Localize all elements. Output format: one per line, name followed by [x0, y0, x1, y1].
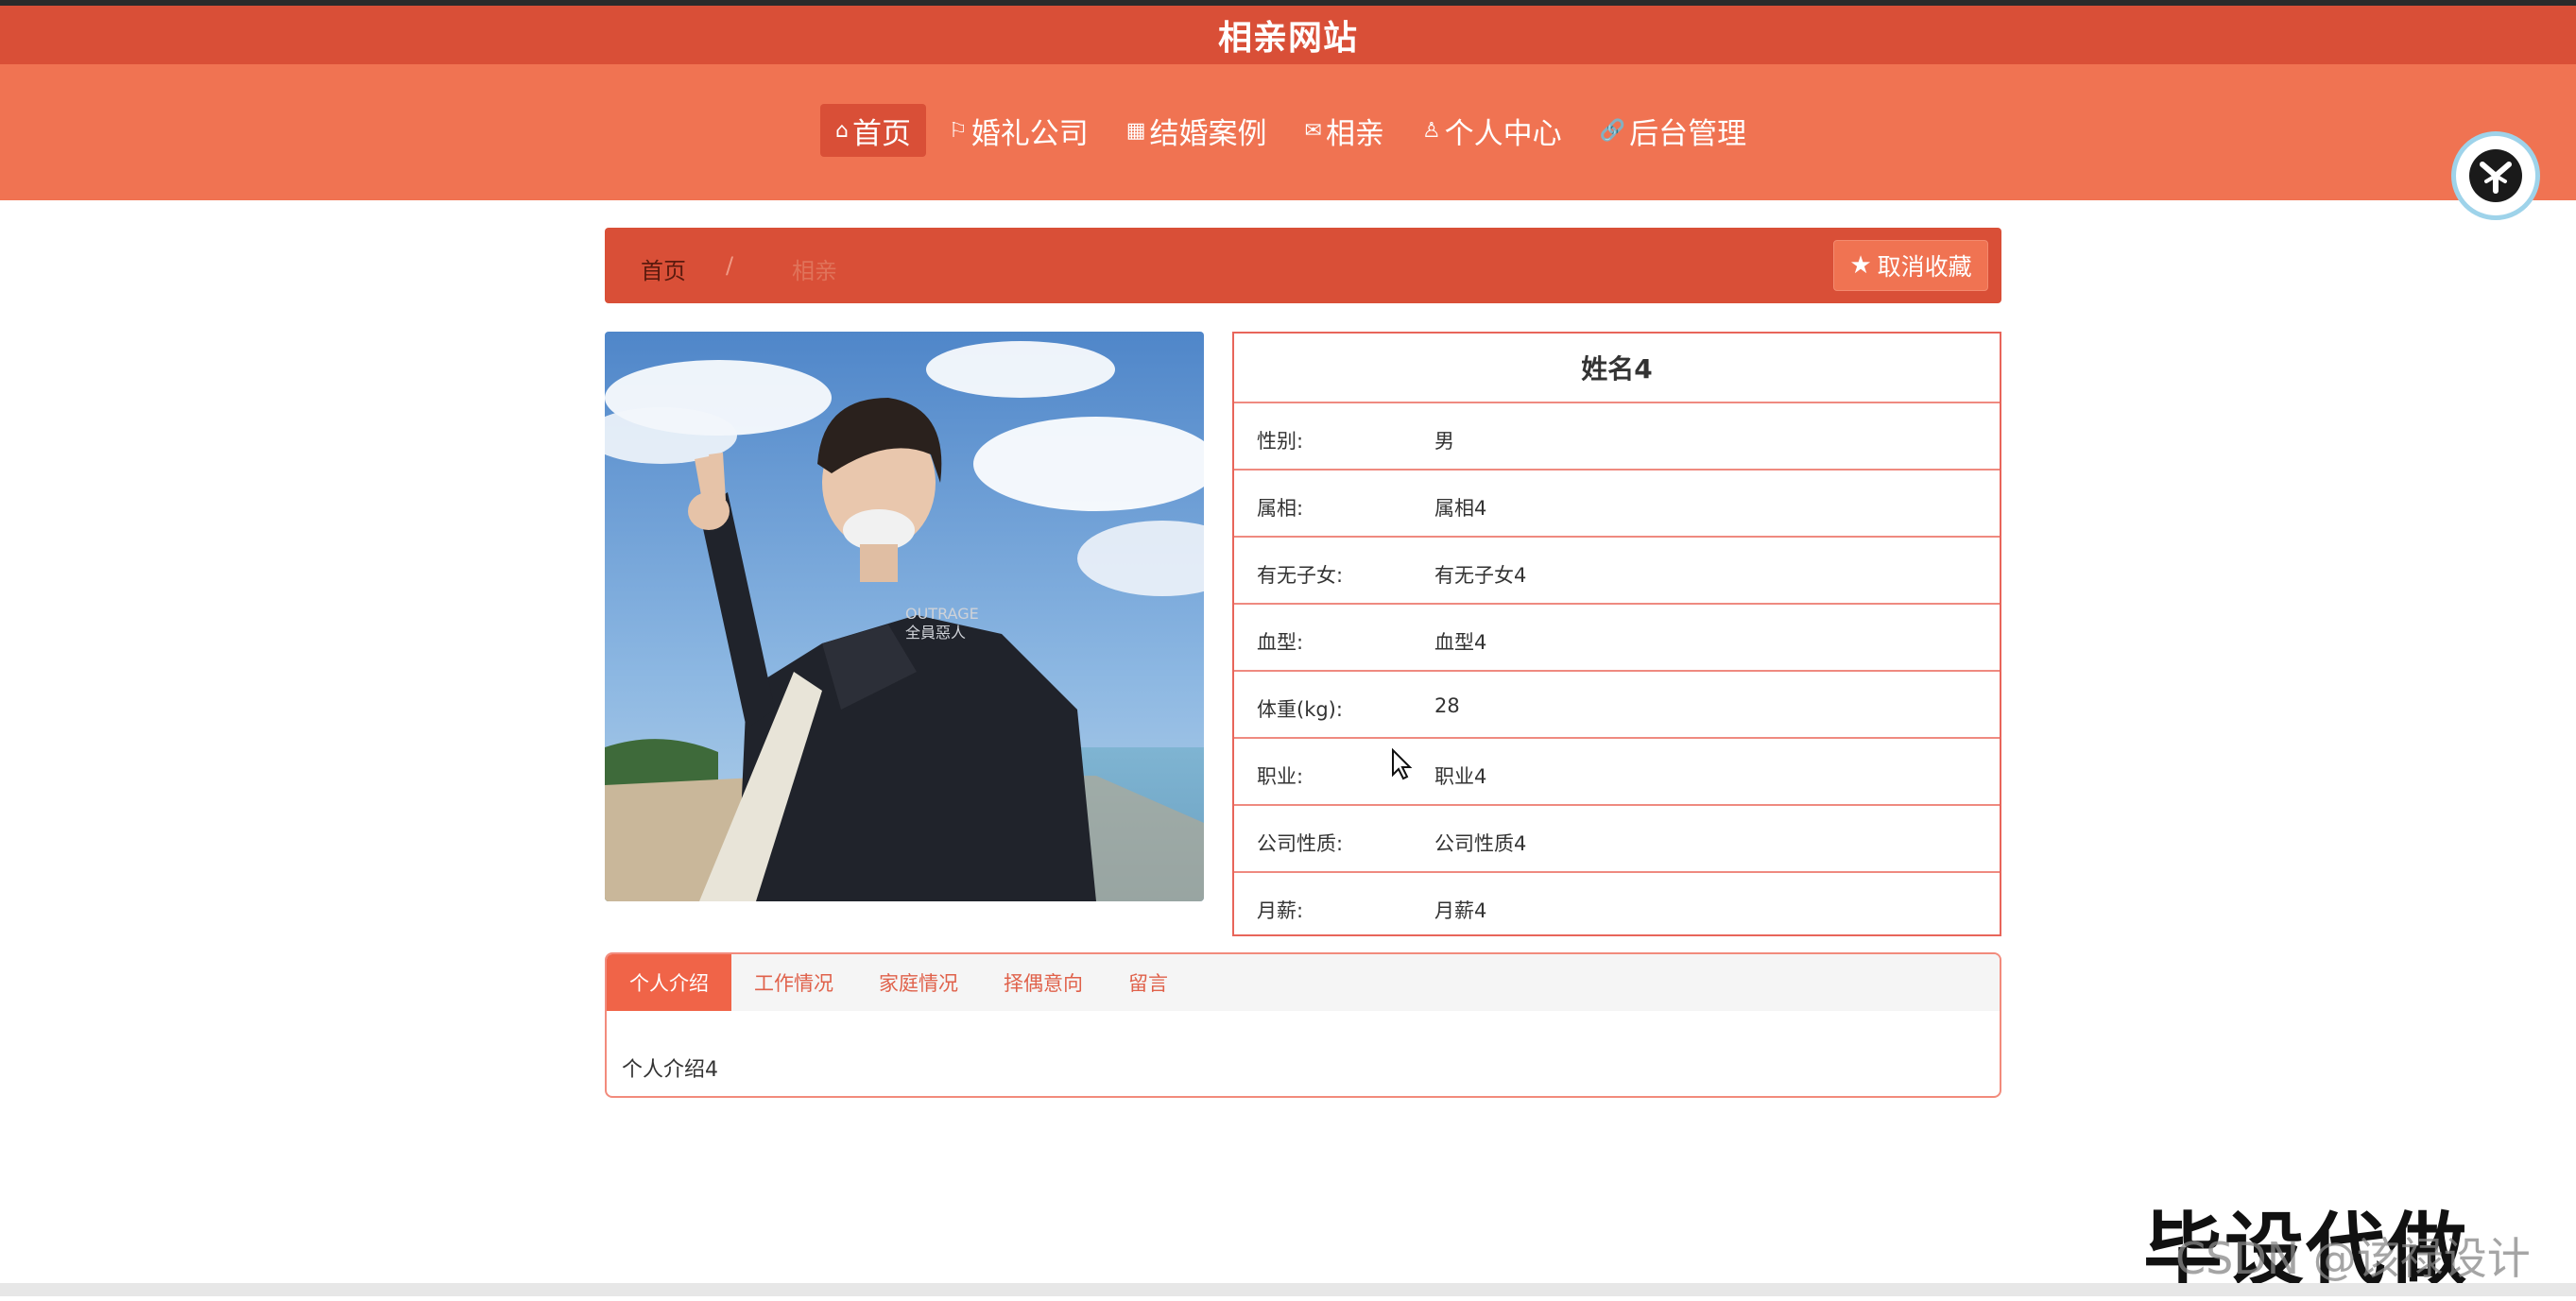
star-icon: ★	[1849, 251, 1872, 280]
nav-label: 结婚案例	[1149, 116, 1267, 151]
nav-label: 婚礼公司	[970, 116, 1089, 151]
unfavorite-button[interactable]: ★ 取消收藏	[1833, 240, 1988, 291]
info-value: 公司性质4	[1434, 832, 1527, 855]
bottom-edge	[0, 1283, 2576, 1296]
gift-icon: ▦	[1125, 118, 1146, 143]
info-label: 性别:	[1257, 430, 1304, 453]
info-row-children: 有无子女: 有无子女4	[1234, 539, 2000, 605]
nav-item-user-center[interactable]: ♙ 个人中心	[1407, 104, 1577, 157]
info-row-salary: 月薪: 月薪4	[1234, 875, 2000, 940]
info-label: 职业:	[1257, 765, 1304, 788]
nav-label: 个人中心	[1444, 116, 1562, 151]
site-title: 相亲网站	[1217, 19, 1358, 58]
info-value: 28	[1434, 694, 1460, 717]
nav-label: 首页	[851, 116, 911, 151]
main-navbar: ⌂ 首页 ⚐ 婚礼公司 ▦ 结婚案例 ✉ 相亲 ♙ 个人中心 🔗 后台管理	[0, 64, 2576, 220]
info-label: 月薪:	[1257, 899, 1304, 922]
profile-info-table: 姓名4 性别: 男 属相: 属相4 有无子女: 有无子女4 血型: 血型4 体重…	[1232, 332, 2001, 936]
info-value: 血型4	[1434, 631, 1487, 654]
profile-photo: OUTRAGE 全員惡人	[605, 332, 1204, 901]
breadcrumb-home[interactable]: 首页	[641, 252, 686, 285]
profile-name: 姓名4	[1234, 334, 2000, 403]
link-icon: 🔗	[1599, 118, 1626, 143]
unfavorite-label: 取消收藏	[1877, 253, 1972, 281]
logo-icon	[2469, 149, 2522, 202]
jacket-text: 全員惡人	[905, 624, 966, 642]
watermark-csdn: CSDN @该禄设计	[2175, 1233, 2531, 1284]
nav-item-home[interactable]: ⌂ 首页	[820, 104, 926, 157]
info-row-blood-type: 血型: 血型4	[1234, 607, 2000, 672]
info-value: 职业4	[1434, 765, 1487, 788]
breadcrumb-current: 相亲	[792, 258, 837, 284]
nav-item-wedding-cases[interactable]: ▦ 结婚案例	[1111, 104, 1282, 157]
info-row-weight: 体重(kg): 28	[1234, 674, 2000, 739]
tab-partner-preference[interactable]: 择偶意向	[981, 954, 1106, 1011]
mouse-cursor-icon	[1391, 747, 1416, 784]
info-row-zodiac: 属相: 属相4	[1234, 472, 2000, 538]
flag-icon: ⚐	[948, 118, 968, 143]
site-title-bar: 相亲网站	[0, 6, 2576, 64]
nav-label: 后台管理	[1629, 116, 1747, 151]
breadcrumb-bar: 首页 / 相亲 ★ 取消收藏	[605, 228, 2001, 303]
mail-icon: ✉	[1304, 118, 1322, 143]
detail-tabs: 个人介绍 工作情况 家庭情况 择偶意向 留言 个人介绍4	[605, 952, 2001, 1098]
tab-message[interactable]: 留言	[1106, 954, 1191, 1011]
info-label: 血型:	[1257, 631, 1304, 654]
profile-photo-image: OUTRAGE 全員惡人	[605, 332, 1204, 901]
tab-header: 个人介绍 工作情况 家庭情况 择偶意向 留言	[607, 954, 2000, 1011]
tab-intro[interactable]: 个人介绍	[607, 954, 731, 1011]
info-value: 属相4	[1434, 497, 1487, 520]
user-icon: ♙	[1421, 118, 1441, 143]
tab-family[interactable]: 家庭情况	[856, 954, 981, 1011]
info-label: 体重(kg):	[1257, 698, 1343, 721]
tab-content: 个人介绍4	[622, 1058, 718, 1082]
info-value: 男	[1434, 430, 1454, 453]
info-value: 有无子女4	[1434, 564, 1527, 587]
user-avatar[interactable]	[2451, 131, 2540, 220]
breadcrumb-separator: /	[726, 252, 734, 279]
jacket-text: OUTRAGE	[905, 605, 979, 623]
info-label: 有无子女:	[1257, 564, 1344, 587]
info-row-gender: 性别: 男	[1234, 405, 2000, 471]
info-row-company-type: 公司性质: 公司性质4	[1234, 808, 2000, 873]
info-value: 月薪4	[1434, 899, 1487, 922]
nav-label: 相亲	[1325, 116, 1384, 151]
nav-item-wedding-company[interactable]: ⚐ 婚礼公司	[934, 104, 1104, 157]
info-label: 属相:	[1257, 497, 1304, 520]
nav-item-admin[interactable]: 🔗 后台管理	[1585, 104, 1761, 157]
info-row-occupation: 职业: 职业4	[1234, 741, 2000, 806]
nav-item-dating[interactable]: ✉ 相亲	[1290, 104, 1400, 157]
home-icon: ⌂	[835, 118, 849, 143]
nav-menu: ⌂ 首页 ⚐ 婚礼公司 ▦ 结婚案例 ✉ 相亲 ♙ 个人中心 🔗 后台管理	[820, 104, 1769, 157]
info-label: 公司性质:	[1257, 832, 1344, 855]
tab-work[interactable]: 工作情况	[731, 954, 856, 1011]
